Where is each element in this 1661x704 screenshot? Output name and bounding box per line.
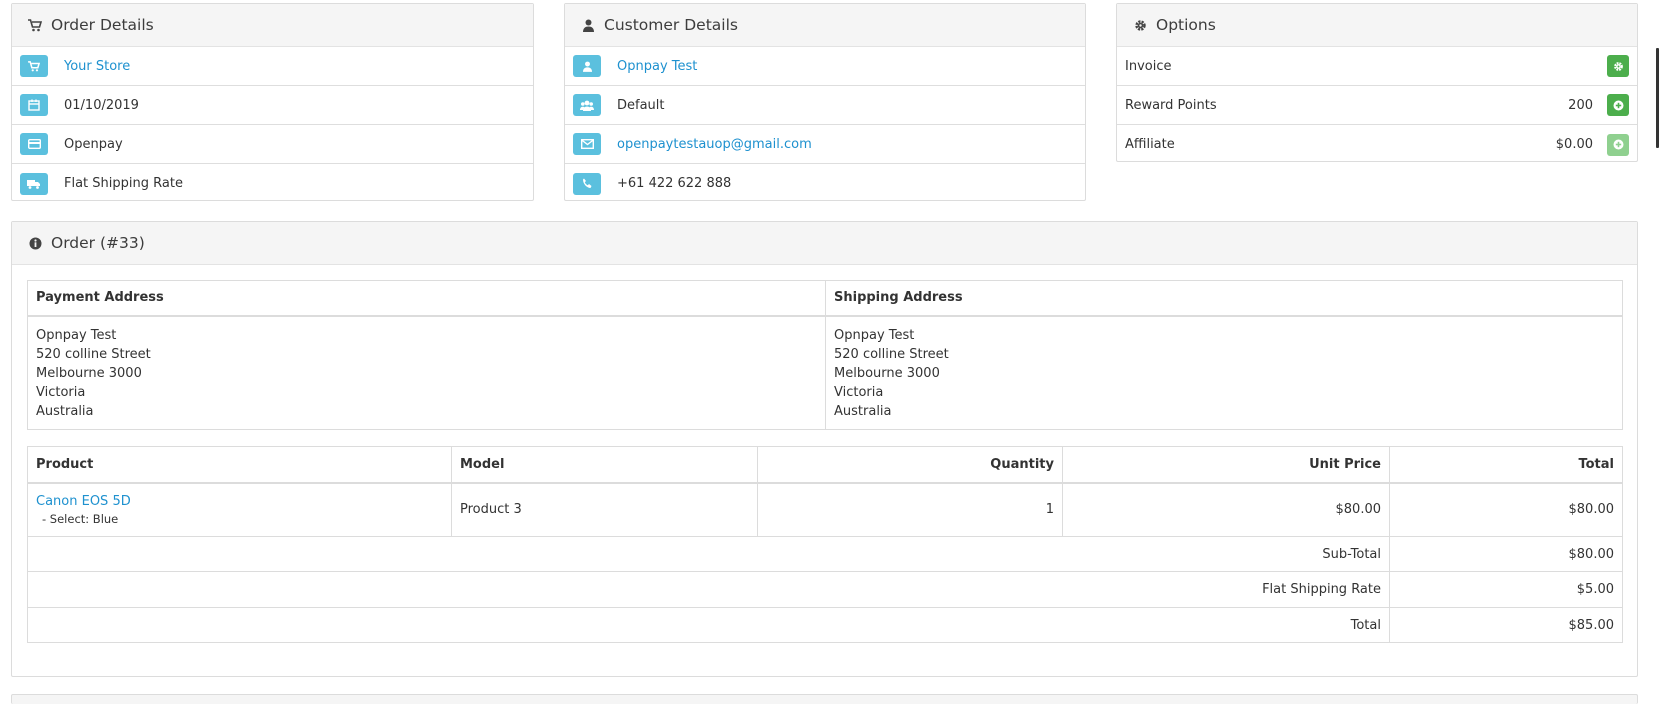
payment-method: Openpay: [64, 136, 123, 152]
plus-circle-icon: [1613, 100, 1623, 110]
grand-total-value: $85.00: [1389, 607, 1623, 643]
shipping-address-line: 520 colline Street: [834, 346, 949, 362]
payment-address-line: Australia: [36, 403, 94, 419]
address-table-wrapper: Payment Address Shipping Address Opnpay …: [27, 280, 1623, 430]
customer-email-row: openpaytestauop@gmail.com: [565, 125, 1085, 164]
envelope-icon: [573, 133, 601, 155]
product-link[interactable]: Canon EOS 5D: [36, 494, 131, 509]
next-panel-edge: [11, 694, 1638, 704]
shipping-total-label: Flat Shipping Rate: [27, 571, 1390, 608]
shipping-total-value: $5.00: [1389, 571, 1623, 608]
scrollbar-thumb[interactable]: [1656, 48, 1659, 148]
totals-row: Total $85.00: [27, 607, 1623, 643]
subtotal-label: Sub-Total: [27, 536, 1390, 572]
product-quantity: 1: [757, 482, 1063, 537]
payment-method-row: Openpay: [12, 125, 533, 164]
affiliate-row: Affiliate $0.00: [1117, 125, 1637, 164]
affiliate-label: Affiliate: [1125, 137, 1175, 152]
shipping-address-line: Victoria: [834, 384, 884, 400]
product-unit-price: $80.00: [1062, 482, 1390, 537]
product-model: Product 3: [451, 482, 758, 537]
product-total: $80.00: [1389, 482, 1623, 537]
truck-icon: [20, 172, 48, 195]
reward-points-value: 200: [1568, 97, 1593, 113]
product-cell: Canon EOS 5D - Select: Blue: [27, 482, 452, 537]
customer-name-link[interactable]: Opnpay Test: [617, 59, 697, 74]
info-circle-icon: [27, 235, 43, 251]
shipping-method-row: Flat Shipping Rate: [12, 164, 533, 203]
customer-phone: +61 422 622 888: [617, 176, 732, 191]
column-unit-price: Unit Price: [1062, 446, 1390, 484]
column-model: Model: [451, 446, 758, 484]
group-icon: [573, 94, 601, 116]
affiliate-value: $0.00: [1555, 137, 1593, 152]
credit-card-icon: [20, 133, 48, 155]
order-date: 01/10/2019: [64, 97, 139, 113]
payment-address-line: Opnpay Test: [36, 327, 117, 343]
subtotal-value: $80.00: [1389, 536, 1623, 572]
store-link[interactable]: Your Store: [64, 59, 130, 74]
customer-group-row: Default: [565, 86, 1085, 125]
shipping-address-line: Opnpay Test: [834, 327, 915, 343]
totals-row: Flat Shipping Rate $5.00: [27, 571, 1623, 608]
address-table: Payment Address Shipping Address Opnpay …: [27, 280, 1623, 430]
order-details-heading: Order Details: [12, 4, 533, 47]
product-table: Product Model Quantity Unit Price Total …: [27, 446, 1623, 643]
payment-address-line: Victoria: [36, 384, 86, 400]
user-icon: [573, 55, 601, 77]
order-details-panel: Order Details Your Store 01/10/2019 Open…: [11, 3, 534, 201]
phone-icon: [573, 172, 601, 195]
reward-points-row: Reward Points 200: [1117, 86, 1637, 125]
options-heading: Options: [1117, 4, 1637, 47]
store-row: Your Store: [12, 47, 533, 86]
shopping-cart-icon: [20, 55, 48, 77]
plus-circle-icon: [1613, 139, 1623, 150]
order-details-title: Order Details: [51, 16, 154, 34]
order-title: Order (#33): [51, 234, 145, 252]
gear-icon: [1132, 17, 1148, 33]
table-row: Canon EOS 5D - Select: Blue Product 3 1 …: [27, 482, 1623, 537]
product-table-wrapper: Product Model Quantity Unit Price Total …: [27, 446, 1623, 643]
add-reward-points-button[interactable]: [1607, 94, 1629, 116]
options-panel: Options Invoice Reward Points 200 Affili…: [1116, 3, 1638, 162]
reward-points-label: Reward Points: [1125, 97, 1217, 113]
calendar-icon: [20, 94, 48, 116]
customer-details-title: Customer Details: [604, 16, 738, 34]
column-total: Total: [1389, 446, 1623, 484]
column-quantity: Quantity: [757, 446, 1063, 484]
shipping-address-line: Australia: [834, 403, 892, 419]
customer-details-panel: Customer Details Opnpay Test Default ope…: [564, 3, 1086, 201]
customer-group: Default: [617, 97, 665, 113]
invoice-label: Invoice: [1125, 58, 1172, 74]
shopping-cart-icon: [27, 17, 43, 33]
customer-phone-row: +61 422 622 888: [565, 164, 1085, 203]
shipping-method: Flat Shipping Rate: [64, 176, 183, 191]
product-option: - Select: Blue: [42, 511, 119, 526]
shipping-address: Opnpay Test 520 colline Street Melbourne…: [825, 315, 1623, 430]
invoice-row: Invoice: [1117, 47, 1637, 86]
payment-address-line: 520 colline Street: [36, 346, 151, 362]
cog-icon: [1613, 61, 1623, 71]
customer-email-link[interactable]: openpaytestauop@gmail.com: [617, 137, 812, 152]
customer-details-heading: Customer Details: [565, 4, 1085, 47]
user-icon: [580, 17, 596, 33]
totals-row: Sub-Total $80.00: [27, 536, 1623, 572]
customer-name-row: Opnpay Test: [565, 47, 1085, 86]
generate-invoice-button[interactable]: [1607, 55, 1629, 77]
shipping-address-line: Melbourne 3000: [834, 365, 940, 381]
payment-address-header: Payment Address: [27, 280, 826, 317]
shipping-address-header: Shipping Address: [825, 280, 1623, 317]
payment-address: Opnpay Test 520 colline Street Melbourne…: [27, 315, 826, 430]
options-title: Options: [1156, 16, 1216, 34]
date-row: 01/10/2019: [12, 86, 533, 125]
column-product: Product: [27, 446, 452, 484]
payment-address-line: Melbourne 3000: [36, 365, 142, 381]
order-panel: Order (#33) Payment Address Shipping Add…: [11, 221, 1638, 677]
add-commission-button[interactable]: [1607, 133, 1629, 156]
scrollbar[interactable]: [1647, 0, 1661, 698]
order-heading: Order (#33): [12, 222, 1637, 265]
grand-total-label: Total: [27, 607, 1390, 643]
